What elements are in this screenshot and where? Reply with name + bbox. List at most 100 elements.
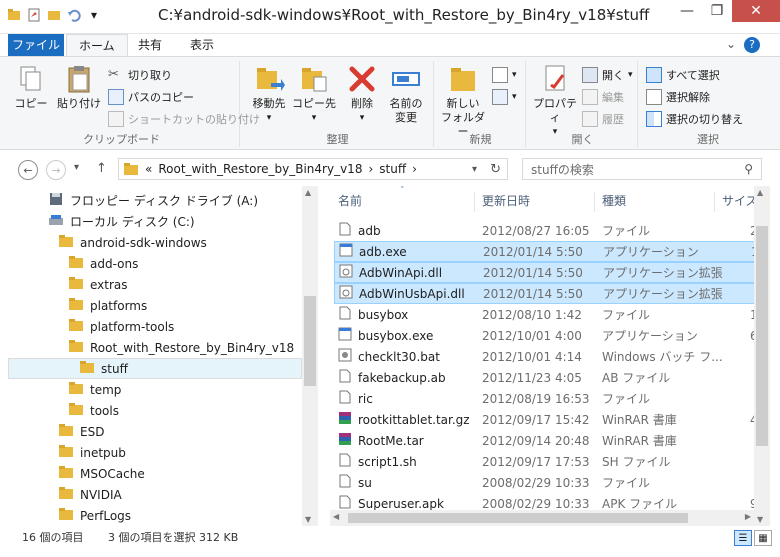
undo-icon[interactable]	[66, 7, 82, 23]
nav-scrollbar[interactable]: ▲ ▼	[302, 186, 318, 526]
breadcrumb-separator[interactable]: ›	[368, 162, 373, 176]
nav-item[interactable]: NVIDIA	[8, 484, 302, 505]
nav-item[interactable]: ローカル ディスク (C:)	[8, 211, 302, 232]
rename-button[interactable]: 名前の 変更	[384, 63, 428, 125]
file-row[interactable]: AdbWinApi.dll 2012/01/14 5:50 アプリケーション拡張	[334, 262, 758, 283]
copy-button[interactable]: コピー	[10, 63, 52, 111]
breadcrumb-separator[interactable]: ›	[412, 162, 417, 176]
file-list-scrollbar[interactable]: ▲ ▼	[754, 186, 770, 526]
large-icons-view-button[interactable]: ▦	[754, 530, 772, 546]
nav-item[interactable]: stuff	[8, 358, 302, 379]
column-header-size[interactable]: サイズ	[722, 186, 758, 216]
scroll-right-icon[interactable]: ▶	[745, 512, 751, 521]
paste-shortcut-button[interactable]: ショートカットの貼り付け	[108, 111, 260, 127]
details-view-button[interactable]: ☰	[734, 530, 752, 546]
scroll-left-icon[interactable]: ◀	[333, 512, 339, 521]
file-scroll-thumb[interactable]	[756, 226, 768, 446]
forward-button[interactable]: →	[46, 160, 66, 180]
nav-item[interactable]: PerfLogs	[8, 505, 302, 526]
nav-item[interactable]: フロッピー ディスク ドライブ (A:)	[8, 190, 302, 211]
new-group: 新しい フォルダー ▾ ▾ 新規	[436, 61, 526, 147]
scroll-up-icon[interactable]: ▲	[305, 188, 311, 197]
nav-item-label: add-ons	[90, 256, 139, 271]
file-list-hscrollbar[interactable]: ◀ ▶	[330, 510, 754, 526]
file-row[interactable]: ric 2012/08/19 16:53 ファイル	[334, 388, 758, 409]
nav-item[interactable]: temp	[8, 379, 302, 400]
nav-item[interactable]: platforms	[8, 295, 302, 316]
maximize-button[interactable]: ❐	[702, 0, 732, 22]
file-row[interactable]: adb.exe2012/01/14 5:50アプリケーション1	[334, 241, 759, 262]
chevron-down-icon[interactable]: ⌄	[726, 37, 736, 53]
nav-item[interactable]: platform-tools	[8, 316, 302, 337]
copy-path-button[interactable]: パスのコピー	[108, 89, 194, 105]
close-button[interactable]: ✕	[732, 0, 780, 22]
new-folder-button[interactable]: 新しい フォルダー	[438, 63, 488, 139]
address-bar[interactable]: « Root_with_Restore_by_Bin4ry_v18 › stuf…	[118, 158, 508, 180]
invert-selection-button[interactable]: 選択の切り替え	[646, 111, 743, 127]
column-header-type[interactable]: 種類	[602, 186, 626, 216]
search-icon[interactable]: ⚲	[744, 162, 753, 176]
scroll-down-icon[interactable]: ▼	[757, 515, 763, 524]
nav-item[interactable]: extras	[8, 274, 302, 295]
easy-access-button[interactable]: ▾	[492, 89, 517, 105]
properties-button[interactable]: プロパティ ▾	[530, 63, 580, 139]
breadcrumb-overflow[interactable]: «	[145, 162, 152, 176]
open-button[interactable]: 開く ▾	[582, 67, 633, 83]
file-row[interactable]: script1.sh 2012/09/17 17:53 SH ファイル	[334, 451, 758, 472]
nav-item[interactable]: MSOCache	[8, 463, 302, 484]
file-row[interactable]: su 2008/02/29 10:33 ファイル	[334, 472, 758, 493]
nav-item[interactable]: android-sdk-windows	[8, 232, 302, 253]
new-item-button[interactable]: ▾	[492, 67, 517, 83]
help-icon[interactable]: ?	[744, 37, 760, 53]
search-input[interactable]: stuffの検索 ⚲	[522, 158, 762, 180]
tab-share[interactable]: 共有	[126, 34, 174, 56]
column-header-date[interactable]: 更新日時	[482, 186, 530, 216]
nav-item[interactable]: ESD	[8, 421, 302, 442]
history-button[interactable]: 履歴	[582, 111, 624, 127]
chevron-down-icon[interactable]: ▾	[74, 162, 79, 173]
cut-button[interactable]: ✂ 切り取り	[108, 67, 172, 83]
file-row[interactable]: RootMe.tar 2012/09/14 20:48 WinRAR 書庫	[334, 430, 758, 451]
tab-file[interactable]: ファイル	[8, 34, 64, 56]
chevron-down-icon[interactable]: ▾	[472, 164, 477, 175]
select-none-button[interactable]: 選択解除	[646, 89, 710, 105]
folder-icon	[79, 360, 95, 377]
file-row[interactable]: adb2012/08/27 16:05ファイル2	[334, 220, 758, 241]
nav-item[interactable]: Root_with_Restore_by_Bin4ry_v18	[8, 337, 302, 358]
tab-view[interactable]: 表示	[178, 34, 226, 56]
scroll-down-icon[interactable]: ▼	[305, 515, 311, 524]
new-folder-icon[interactable]	[46, 7, 62, 23]
nav-item[interactable]: add-ons	[8, 253, 302, 274]
delete-button[interactable]: 削除 ▾	[342, 63, 382, 125]
nav-scroll-thumb[interactable]	[304, 296, 316, 386]
paste-button[interactable]: 貼り付け	[56, 63, 102, 111]
file-row[interactable]: busybox2012/08/10 1:42ファイル1,0	[334, 304, 769, 325]
column-header-name[interactable]: 名前	[338, 186, 362, 216]
tab-home[interactable]: ホーム	[66, 34, 128, 57]
nav-item-label: NVIDIA	[80, 487, 122, 502]
file-date: 2012/01/14 5:50	[483, 244, 583, 259]
copy-to-button[interactable]: コピー先 ▾	[292, 63, 336, 125]
open-group: プロパティ ▾ 開く ▾ 編集 履歴 開く	[528, 61, 638, 147]
chevron-down-icon[interactable]: ▾	[86, 7, 102, 23]
select-all-button[interactable]: すべて選択	[646, 67, 720, 83]
file-row[interactable]: rootkittablet.tar.gz 2012/09/17 15:42 WinR…	[334, 409, 758, 430]
back-button[interactable]: ←	[18, 160, 38, 180]
breadcrumb-segment[interactable]: stuff	[379, 162, 406, 176]
refresh-icon[interactable]: ↻	[490, 162, 501, 177]
move-to-button[interactable]: 移動先 ▾	[248, 63, 290, 125]
scroll-up-icon[interactable]: ▲	[757, 188, 763, 197]
nav-item[interactable]: inetpub	[8, 442, 302, 463]
up-button[interactable]: ↑	[96, 161, 107, 176]
minimize-button[interactable]: —	[672, 0, 702, 22]
file-row[interactable]: checklt30.bat 2012/10/01 4:14 Windows バッチ …	[334, 346, 758, 367]
file-row[interactable]: busybox.exe2012/10/01 4:00アプリケーション6	[334, 325, 758, 346]
properties-icon[interactable]	[26, 7, 42, 23]
file-row[interactable]: AdbWinUsbApi.dll 2012/01/14 5:50 アプリケーション拡…	[334, 283, 758, 304]
file-date: 2012/01/14 5:50	[483, 286, 583, 301]
nav-item[interactable]: tools	[8, 400, 302, 421]
file-row[interactable]: fakebackup.ab 2012/11/23 4:05 AB ファイル	[334, 367, 758, 388]
breadcrumb-segment[interactable]: Root_with_Restore_by_Bin4ry_v18	[158, 162, 362, 176]
edit-button[interactable]: 編集	[582, 89, 624, 105]
file-hscroll-thumb[interactable]	[348, 513, 688, 523]
